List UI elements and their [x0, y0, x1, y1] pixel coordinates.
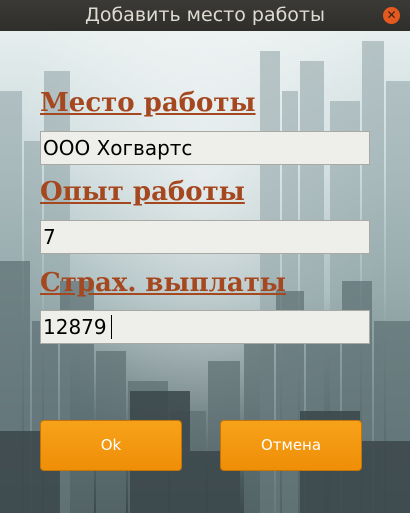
title-bar: Добавить место работы ✕ [0, 0, 410, 31]
experience-input[interactable] [40, 220, 370, 254]
close-icon[interactable]: ✕ [383, 7, 400, 24]
insurance-input[interactable] [40, 310, 370, 344]
workplace-input[interactable] [40, 131, 370, 165]
text-caret [111, 315, 112, 339]
ok-button[interactable]: Ok [40, 420, 182, 471]
window-title: Добавить место работы [85, 4, 325, 26]
dialog-body: Место работы Опыт работы Страх. выплаты … [0, 31, 410, 513]
cancel-button[interactable]: Отмена [220, 420, 362, 471]
workplace-label: Место работы [40, 88, 256, 118]
experience-label: Опыт работы [40, 177, 245, 207]
insurance-label: Страх. выплаты [40, 268, 286, 298]
